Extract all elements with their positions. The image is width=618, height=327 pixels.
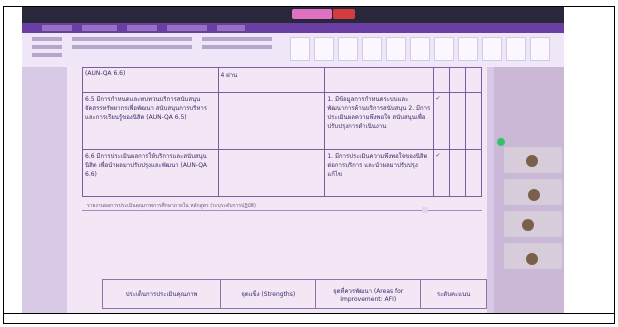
row1-criteria-cell: 6.5 มีการกำหนดและทบทวนบริการสนับสนุน จัด… <box>82 92 219 150</box>
header-afi: จุดที่ควรพัฒนา (Areas for Improvement: A… <box>315 279 422 309</box>
style-swatch-8[interactable] <box>458 37 478 61</box>
style-swatch-3[interactable] <box>338 37 358 61</box>
row0-value: 4 <box>220 72 225 79</box>
cursor-marker <box>422 207 428 213</box>
table-row: 6.5 มีการกำหนดและทบทวนบริการสนับสนุน จัด… <box>82 92 483 150</box>
row2-spare-2 <box>464 149 483 197</box>
assessment-table: (AUN-QA 6.6) 4 ผ่าน 6.5 มีการกำหนดและทบท… <box>82 67 483 197</box>
row2-evidence: 1. มีการประเมินความพึงพอใจของนิสิตต่อการ… <box>327 153 428 178</box>
clipboard-group-2[interactable] <box>32 45 62 49</box>
ribbon-tabs <box>22 23 564 33</box>
row0-check-cell <box>432 67 450 93</box>
row1-status: ✓ <box>435 95 441 102</box>
style-swatch-4[interactable] <box>362 37 382 61</box>
participant-face-2 <box>528 189 540 201</box>
participant-face-3 <box>522 219 534 231</box>
font-group[interactable] <box>72 37 192 41</box>
paragraph-group[interactable] <box>202 37 272 41</box>
row1-spare-1 <box>448 92 466 150</box>
participant-video-1[interactable] <box>504 147 562 173</box>
style-swatch-7[interactable] <box>434 37 454 61</box>
row1-evidence: 1. มีข้อมูลการกำหนดระบบและพัฒนาการด้านบร… <box>327 96 431 130</box>
participant-video-2[interactable] <box>504 179 562 205</box>
row1-spare-2 <box>464 92 483 150</box>
ribbon-tab-5[interactable] <box>217 25 245 31</box>
row2-criteria-cell: 6.6 มีการประเมินผลการให้บริการและสนับสนุ… <box>82 149 219 197</box>
row2-blank-cell <box>217 149 326 197</box>
paragraph-group-2[interactable] <box>202 45 272 49</box>
bottom-strip <box>3 313 615 325</box>
row0-evidence-cell <box>324 67 434 93</box>
style-swatch-11[interactable] <box>530 37 550 61</box>
row1-check-cell: ✓ <box>432 92 450 150</box>
table-row: ประเด็นการประเมินคุณภาพ จุดแข็ง (Strengt… <box>101 279 487 309</box>
row1-criteria: 6.5 มีการกำหนดและทบทวนบริการสนับสนุน จัด… <box>85 96 207 121</box>
row2-check-cell: ✓ <box>432 149 450 197</box>
clipboard-group-3[interactable] <box>32 53 62 57</box>
row0-code-cell: (AUN-QA 6.6) <box>82 67 219 93</box>
clipboard-group[interactable] <box>32 37 62 41</box>
row2-status: ✓ <box>435 152 441 159</box>
font-group-2[interactable] <box>72 45 192 49</box>
row0-unit: ผ่าน <box>226 72 238 79</box>
style-swatch-2[interactable] <box>314 37 334 61</box>
ribbon-tab-1[interactable] <box>42 25 72 31</box>
row2-spare-1 <box>448 149 466 197</box>
participant-video-3[interactable] <box>504 211 562 237</box>
row0-spare-1 <box>448 67 466 93</box>
row2-evidence-cell: 1. มีการประเมินความพึงพอใจของนิสิตต่อการ… <box>324 149 434 197</box>
header-score: ระดับคะแนน <box>420 279 487 309</box>
summary-header-table: ประเด็นการประเมินคุณภาพ จุดแข็ง (Strengt… <box>101 279 487 309</box>
style-swatch-10[interactable] <box>506 37 526 61</box>
header-strengths: จุดแข็ง (Strengths) <box>220 279 317 309</box>
row0-value-cell: 4 ผ่าน <box>217 67 326 93</box>
table-row: 6.6 มีการประเมินผลการให้บริการและสนับสนุ… <box>82 149 483 197</box>
title-badge[interactable] <box>292 9 332 19</box>
style-swatch-1[interactable] <box>290 37 310 61</box>
participant-video-4[interactable] <box>504 243 562 269</box>
header-criteria: ประเด็นการประเมินคุณภาพ <box>101 279 222 309</box>
participant-face-4 <box>526 253 538 265</box>
row1-blank-cell <box>217 92 326 150</box>
table-row: (AUN-QA 6.6) 4 ผ่าน <box>82 67 483 93</box>
close-badge[interactable] <box>333 9 355 19</box>
row0-code: (AUN-QA 6.6) <box>85 70 126 77</box>
row2-criteria: 6.6 มีการประเมินผลการให้บริการและสนับสนุ… <box>85 153 208 178</box>
style-swatch-6[interactable] <box>410 37 430 61</box>
row0-spare-2 <box>464 67 483 93</box>
meeting-status-icon <box>497 138 505 146</box>
monitor-screen: (AUN-QA 6.6) 4 ผ่าน 6.5 มีการกำหนดและทบท… <box>22 7 564 313</box>
row1-evidence-cell: 1. มีข้อมูลการกำหนดระบบและพัฒนาการด้านบร… <box>324 92 434 150</box>
style-swatch-5[interactable] <box>386 37 406 61</box>
style-swatch-9[interactable] <box>482 37 502 61</box>
screenshot-frame: (AUN-QA 6.6) 4 ผ่าน 6.5 มีการกำหนดและทบท… <box>0 0 618 327</box>
ribbon-tab-4[interactable] <box>167 25 207 31</box>
window-titlebar <box>22 7 564 23</box>
ribbon-tab-3[interactable] <box>127 25 157 31</box>
participant-face-1 <box>526 155 538 167</box>
ribbon-tab-2[interactable] <box>82 25 117 31</box>
